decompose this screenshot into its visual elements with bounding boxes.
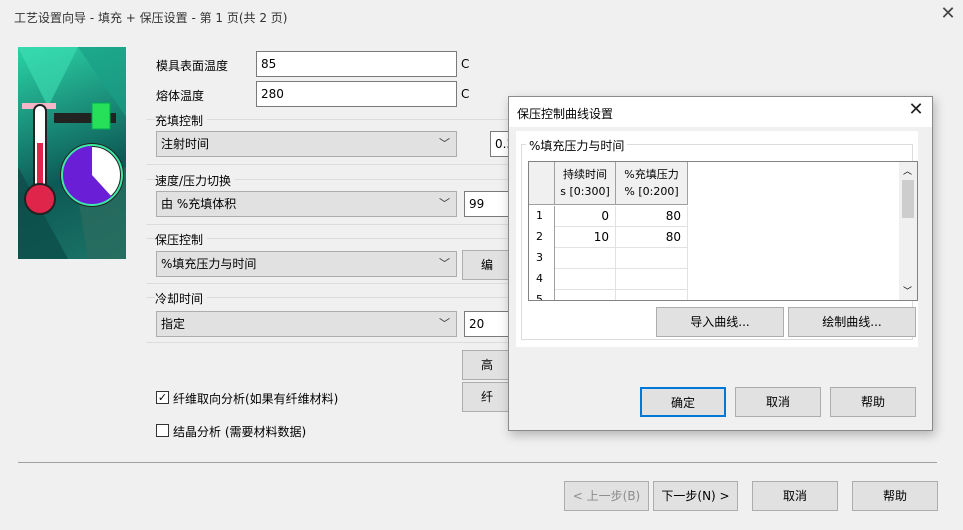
switch-select[interactable]: 由 %充填体积 ﹀	[156, 191, 457, 217]
chevron-down-icon: ﹀	[439, 317, 450, 330]
table-cell[interactable]: 80	[616, 227, 688, 248]
chevron-down-icon: ﹀	[439, 197, 450, 210]
table-cell[interactable]: 0	[555, 206, 616, 227]
fiber-checkbox[interactable]: ✓	[156, 391, 169, 404]
pack-curve-dialog: 保压控制曲线设置 ✕ %填充压力与时间 持续时间 s [0:300] %充填压力…	[508, 96, 933, 431]
column-header-duration: 持续时间 s [0:300]	[555, 162, 616, 205]
help-button[interactable]: 帮助	[852, 481, 938, 511]
row-index: 4	[529, 269, 555, 290]
cool-caption: 冷却时间	[155, 290, 208, 307]
melt-temp-input[interactable]: 280	[256, 81, 457, 107]
dialog-close-icon[interactable]: ✕	[907, 101, 925, 120]
back-button[interactable]: < 上一步(B)	[564, 481, 649, 511]
fiber-checkbox-label: 纤维取向分析(如果有纤维材料)	[173, 392, 339, 406]
scrollbar-thumb[interactable]	[902, 180, 914, 218]
switch-value[interactable]: 99	[464, 191, 512, 217]
advanced-button[interactable]: 高	[462, 350, 512, 380]
row-index: 3	[529, 248, 555, 269]
cancel-button[interactable]: 取消	[752, 481, 838, 511]
table-cell[interactable]	[555, 248, 616, 269]
column-header-pressure: %充填压力 % [0:200]	[616, 162, 688, 205]
chevron-down-icon: ﹀	[439, 137, 450, 150]
pack-select[interactable]: %填充压力与时间 ﹀	[156, 251, 457, 277]
fiber-options-button[interactable]: 纤	[462, 382, 512, 412]
cool-select[interactable]: 指定 ﹀	[156, 311, 457, 337]
curve-group-caption: %填充压力与时间	[526, 137, 628, 154]
mold-temp-input[interactable]: 85	[256, 51, 457, 77]
cool-value[interactable]: 20	[464, 311, 512, 337]
dialog-help-button[interactable]: 帮助	[830, 387, 916, 417]
curve-table[interactable]: 持续时间 s [0:300] %充填压力 % [0:200] 1 0 80 2 …	[528, 161, 918, 301]
pack-edit-button[interactable]: 编	[462, 250, 512, 280]
table-cell[interactable]	[616, 269, 688, 290]
row-index: 2	[529, 227, 555, 248]
table-cell[interactable]	[555, 290, 616, 300]
table-cell[interactable]: 10	[555, 227, 616, 248]
scroll-down-icon[interactable]: ﹀	[903, 284, 912, 297]
table-cell[interactable]: 80	[616, 206, 688, 227]
switch-select-value: 由 %充填体积	[161, 197, 237, 211]
table-cell[interactable]	[616, 248, 688, 269]
wizard-illustration	[18, 47, 126, 259]
table-cell[interactable]	[555, 269, 616, 290]
column-header-duration-title: 持续时间	[563, 168, 607, 181]
melt-temp-label: 熔体温度	[156, 89, 205, 103]
footer-divider	[18, 462, 937, 463]
crystal-checkbox[interactable]	[156, 424, 169, 437]
column-header-pressure-unit: % [0:200]	[624, 185, 679, 198]
dialog-title: 保压控制曲线设置	[517, 107, 614, 121]
plot-curve-button[interactable]: 绘制曲线...	[788, 307, 916, 337]
window-close-icon[interactable]: ✕	[939, 5, 957, 24]
pack-caption: 保压控制	[155, 231, 208, 248]
switch-caption: 速度/压力切换	[155, 172, 236, 189]
next-button[interactable]: 下一步(N) >	[653, 481, 738, 511]
dialog-cancel-button[interactable]: 取消	[735, 387, 821, 417]
window-title: 工艺设置向导 - 填充 + 保压设置 - 第 1 页(共 2 页)	[14, 11, 288, 25]
import-curve-button[interactable]: 导入曲线...	[656, 307, 784, 337]
fill-control-select[interactable]: 注射时间 ﹀	[156, 131, 457, 157]
mold-temp-unit: C	[461, 57, 470, 71]
table-corner	[529, 162, 555, 205]
column-header-pressure-title: %充填压力	[624, 168, 679, 181]
chevron-down-icon: ﹀	[439, 257, 450, 270]
table-cell[interactable]	[616, 290, 688, 300]
table-scrollbar[interactable]: ︿ ﹀	[899, 162, 917, 300]
cool-select-value: 指定	[161, 317, 186, 331]
ok-button[interactable]: 确定	[640, 387, 726, 417]
pack-select-value: %填充压力与时间	[161, 257, 257, 271]
dialog-panel: %填充压力与时间 持续时间 s [0:300] %充填压力 % [0:200] …	[516, 131, 918, 347]
thermometer-gauge-icon	[18, 47, 126, 259]
row-index: 5	[529, 290, 555, 300]
row-index: 1	[529, 206, 555, 227]
scroll-up-icon[interactable]: ︿	[903, 164, 912, 177]
fill-control-caption: 充填控制	[155, 112, 208, 129]
column-header-duration-unit: s [0:300]	[560, 185, 610, 198]
fill-control-select-value: 注射时间	[161, 137, 210, 151]
crystal-checkbox-label: 结晶分析 (需要材料数据)	[173, 425, 307, 439]
melt-temp-unit: C	[461, 87, 470, 101]
mold-temp-label: 模具表面温度	[156, 59, 229, 73]
